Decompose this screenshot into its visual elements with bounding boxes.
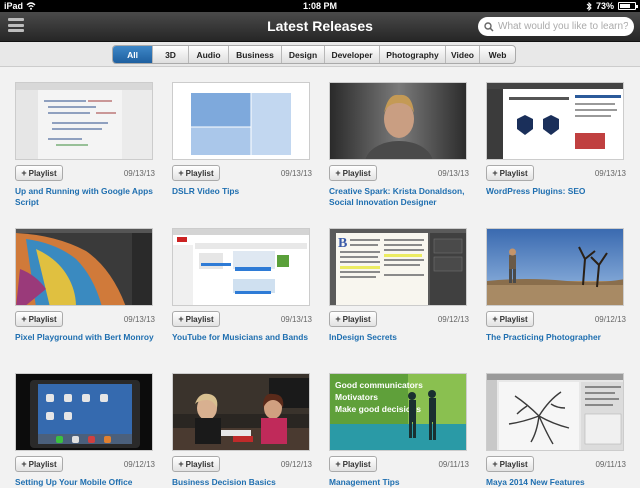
course-thumbnail[interactable]: [486, 373, 624, 451]
course-thumbnail[interactable]: [172, 82, 310, 160]
course-thumbnail[interactable]: [172, 373, 310, 451]
release-date: 09/12/13: [594, 315, 626, 324]
course-grid: + Playlist 09/13/13 Up and Running with G…: [0, 67, 640, 487]
add-to-playlist-button[interactable]: + Playlist: [486, 165, 534, 181]
add-to-playlist-button[interactable]: + Playlist: [329, 165, 377, 181]
navigation-bar: Latest Releases: [0, 12, 640, 42]
add-to-playlist-button[interactable]: + Playlist: [172, 456, 220, 472]
course-thumbnail[interactable]: [15, 228, 153, 306]
add-to-playlist-button[interactable]: + Playlist: [329, 456, 377, 472]
status-time: 1:08 PM: [302, 1, 337, 11]
thumbnail-text-line: Make good decisions: [335, 404, 421, 414]
filter-audio[interactable]: Audio: [189, 46, 229, 63]
release-date: 09/11/13: [438, 460, 469, 469]
add-to-playlist-button[interactable]: + Playlist: [172, 311, 220, 327]
release-date: 09/13/13: [280, 169, 312, 178]
status-bar: iPad 1:08 PM 73%: [0, 0, 640, 12]
search-box[interactable]: [478, 17, 634, 36]
course-title[interactable]: Pixel Playground with Bert Monroy: [15, 332, 155, 343]
release-date: 09/12/13: [280, 460, 312, 469]
thumbnail-text-line: Motivators: [335, 392, 378, 402]
course-title[interactable]: The Practicing Photographer: [486, 332, 626, 343]
release-date: 09/12/13: [123, 460, 155, 469]
release-date: 09/13/13: [123, 315, 155, 324]
release-date: 09/11/13: [595, 460, 626, 469]
course-title[interactable]: Business Decision Basics: [172, 477, 312, 488]
release-date: 09/13/13: [594, 169, 626, 178]
add-to-playlist-button[interactable]: + Playlist: [172, 165, 220, 181]
course-title[interactable]: DSLR Video Tips: [172, 186, 312, 197]
thumbnail-text-line: Good communicators: [335, 380, 423, 390]
svg-text:B: B: [338, 236, 347, 251]
plus-icon: +: [335, 168, 341, 178]
filter-developer[interactable]: Developer: [325, 46, 380, 63]
add-to-playlist-button[interactable]: + Playlist: [15, 311, 63, 327]
course-thumbnail[interactable]: B: [329, 228, 467, 306]
release-date: 09/13/13: [280, 315, 312, 324]
search-icon: [484, 21, 494, 32]
category-segmented-control: All 3D Audio Business Design Developer P…: [112, 45, 516, 64]
plus-icon: +: [335, 459, 341, 469]
plus-icon: +: [492, 459, 498, 469]
filter-photography[interactable]: Photography: [380, 46, 446, 63]
plus-icon: +: [21, 168, 27, 178]
course-thumbnail[interactable]: [329, 82, 467, 160]
course-thumbnail[interactable]: Good communicators Motivators Make good de…: [329, 373, 467, 451]
course-title[interactable]: Maya 2014 New Features: [486, 477, 626, 488]
filter-web[interactable]: Web: [480, 46, 515, 63]
course-thumbnail[interactable]: [15, 373, 153, 451]
course-thumbnail[interactable]: [15, 82, 153, 160]
course-title[interactable]: YouTube for Musicians and Bands: [172, 332, 312, 343]
course-thumbnail[interactable]: [486, 82, 624, 160]
filter-video[interactable]: Video: [446, 46, 480, 63]
plus-icon: +: [178, 168, 184, 178]
battery-icon: [618, 2, 638, 10]
filter-business[interactable]: Business: [229, 46, 282, 63]
course-title[interactable]: Management Tips: [329, 477, 469, 488]
search-input[interactable]: [498, 21, 628, 32]
course-title[interactable]: InDesign Secrets: [329, 332, 469, 343]
plus-icon: +: [178, 459, 184, 469]
plus-icon: +: [335, 314, 341, 324]
filter-all[interactable]: All: [113, 46, 153, 63]
plus-icon: +: [21, 459, 27, 469]
filter-3d[interactable]: 3D: [153, 46, 189, 63]
add-to-playlist-button[interactable]: + Playlist: [15, 165, 63, 181]
category-filter-bar: All 3D Audio Business Design Developer P…: [0, 42, 640, 67]
plus-icon: +: [21, 314, 27, 324]
plus-icon: +: [492, 314, 498, 324]
add-to-playlist-button[interactable]: + Playlist: [329, 311, 377, 327]
plus-icon: +: [178, 314, 184, 324]
course-title[interactable]: Setting Up Your Mobile Office: [15, 477, 155, 488]
add-to-playlist-button[interactable]: + Playlist: [15, 456, 63, 472]
release-date: 09/13/13: [123, 169, 155, 178]
filter-design[interactable]: Design: [282, 46, 325, 63]
course-title[interactable]: WordPress Plugins: SEO: [486, 186, 626, 197]
plus-icon: +: [492, 168, 498, 178]
add-to-playlist-button[interactable]: + Playlist: [486, 311, 534, 327]
release-date: 09/13/13: [437, 169, 469, 178]
course-thumbnail[interactable]: [486, 228, 624, 306]
bluetooth-icon: [586, 1, 592, 11]
add-to-playlist-button[interactable]: + Playlist: [486, 456, 534, 472]
release-date: 09/12/13: [437, 315, 469, 324]
course-thumbnail[interactable]: [172, 228, 310, 306]
battery-percent: 73%: [595, 1, 614, 11]
course-title[interactable]: Creative Spark: Krista Donaldson, Social…: [329, 186, 469, 208]
course-title[interactable]: Up and Running with Google Apps Script: [15, 186, 155, 208]
